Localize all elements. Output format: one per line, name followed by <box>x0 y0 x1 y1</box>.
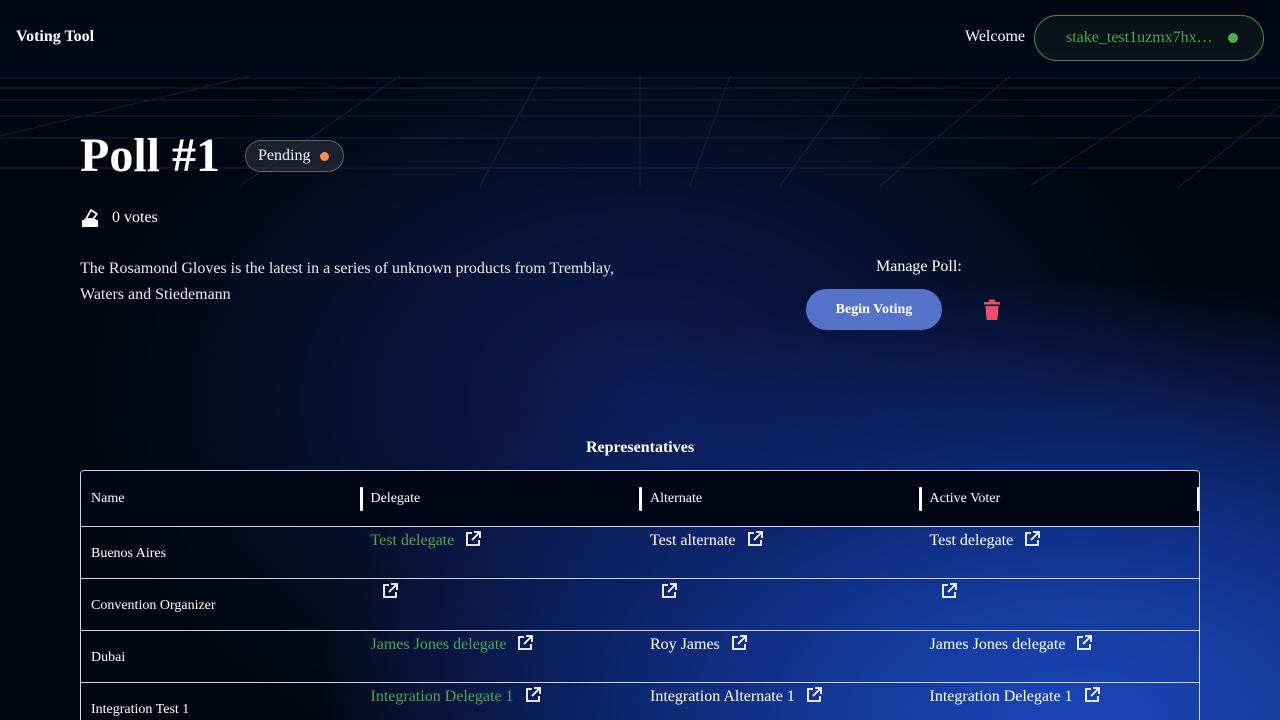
external-link-icon[interactable] <box>660 582 678 600</box>
column-resize-handle[interactable] <box>639 487 642 511</box>
alternate-name: Integration Alternate 1 <box>650 688 795 705</box>
external-link-icon[interactable] <box>730 634 748 652</box>
table-row: Convention Organizer <box>81 579 1199 631</box>
alternate-name: Test alternate <box>650 532 736 549</box>
row-name: Dubai <box>91 650 126 665</box>
welcome-text: Welcome <box>965 28 1026 45</box>
alternate-cell: Roy James <box>640 631 920 682</box>
delegate-cell: Test delegate <box>361 527 641 578</box>
column-resize-handle[interactable] <box>919 487 922 511</box>
column-resize-handle[interactable] <box>360 487 363 511</box>
ballot-box-icon <box>82 209 98 227</box>
connected-status-dot <box>1228 33 1238 43</box>
begin-voting-button[interactable]: Begin Voting <box>806 289 942 330</box>
alternate-name: Roy James <box>650 636 720 653</box>
delegate-name[interactable]: James Jones delegate <box>371 635 507 655</box>
active-voter-name: Test delegate <box>929 532 1014 549</box>
row-name: Convention Organizer <box>91 598 216 613</box>
representatives-table: Name Delegate Alternate Active Voter Bue… <box>80 470 1200 720</box>
status-badge: Pending <box>245 140 344 172</box>
column-label: Delegate <box>370 490 421 506</box>
stake-address: stake_test1uzmx7hx… <box>1066 29 1213 46</box>
external-link-icon[interactable] <box>1083 686 1101 704</box>
external-link-icon[interactable] <box>1075 634 1093 652</box>
delegate-name[interactable]: Test delegate <box>371 531 455 551</box>
external-link-icon[interactable] <box>516 634 534 652</box>
app-brand[interactable]: Voting Tool <box>16 28 94 46</box>
column-header-name[interactable]: Name <box>81 471 361 527</box>
wallet-address-button[interactable]: stake_test1uzmx7hx… <box>1034 15 1264 61</box>
representatives-title: Representatives <box>585 439 695 456</box>
column-header-active-voter[interactable]: Active Voter <box>920 471 1200 527</box>
active-voter-name: James Jones delegate <box>929 636 1066 653</box>
delegate-cell: James Jones delegate <box>361 631 641 682</box>
delegate-cell <box>361 579 641 630</box>
table-row: Buenos Aires Test delegate Test alternat… <box>81 527 1199 579</box>
votes-label: 0 votes <box>112 209 158 226</box>
alternate-cell <box>640 579 920 630</box>
column-header-delegate[interactable]: Delegate <box>361 471 641 527</box>
column-header-alternate[interactable]: Alternate <box>640 471 920 527</box>
active-voter-cell <box>920 579 1200 630</box>
table-row: Dubai James Jones delegate Roy James Jam… <box>81 631 1199 683</box>
external-link-icon[interactable] <box>524 686 542 704</box>
row-name: Buenos Aires <box>91 546 167 561</box>
external-link-icon[interactable] <box>464 530 482 548</box>
row-name: Integration Test 1 <box>91 702 190 717</box>
vote-count: 0 votes <box>80 208 158 228</box>
external-link-icon[interactable] <box>1023 530 1041 548</box>
active-voter-cell: Test delegate <box>920 527 1200 578</box>
status-label: Pending <box>258 147 311 164</box>
external-link-icon[interactable] <box>940 582 958 600</box>
table-header: Name Delegate Alternate Active Voter <box>81 471 1199 527</box>
external-link-icon[interactable] <box>805 686 823 704</box>
top-header: Voting Tool Welcome stake_test1uzmx7hx… <box>0 0 1280 76</box>
column-label: Active Voter <box>929 490 1001 506</box>
column-label: Alternate <box>650 490 703 506</box>
poll-title: Poll #1 <box>80 129 220 182</box>
manage-poll-label: Manage Poll: <box>876 258 962 275</box>
delegate-name[interactable]: Integration Delegate 1 <box>371 687 514 707</box>
poll-description: The Rosamond Gloves is the latest in a s… <box>80 260 614 303</box>
external-link-icon[interactable] <box>381 582 399 600</box>
active-voter-cell: James Jones delegate <box>920 631 1200 682</box>
alternate-cell: Integration Alternate 1 <box>640 683 920 720</box>
delegate-cell: Integration Delegate 1 <box>361 683 641 720</box>
table-row: Integration Test 1 Integration Delegate … <box>81 683 1199 720</box>
trash-icon[interactable] <box>982 299 1002 321</box>
column-label: Name <box>91 490 125 506</box>
column-resize-handle[interactable] <box>1197 487 1199 511</box>
alternate-cell: Test alternate <box>640 527 920 578</box>
status-dot <box>320 151 330 161</box>
active-voter-cell: Integration Delegate 1 <box>920 683 1200 720</box>
active-voter-name: Integration Delegate 1 <box>929 688 1073 705</box>
external-link-icon[interactable] <box>746 530 764 548</box>
